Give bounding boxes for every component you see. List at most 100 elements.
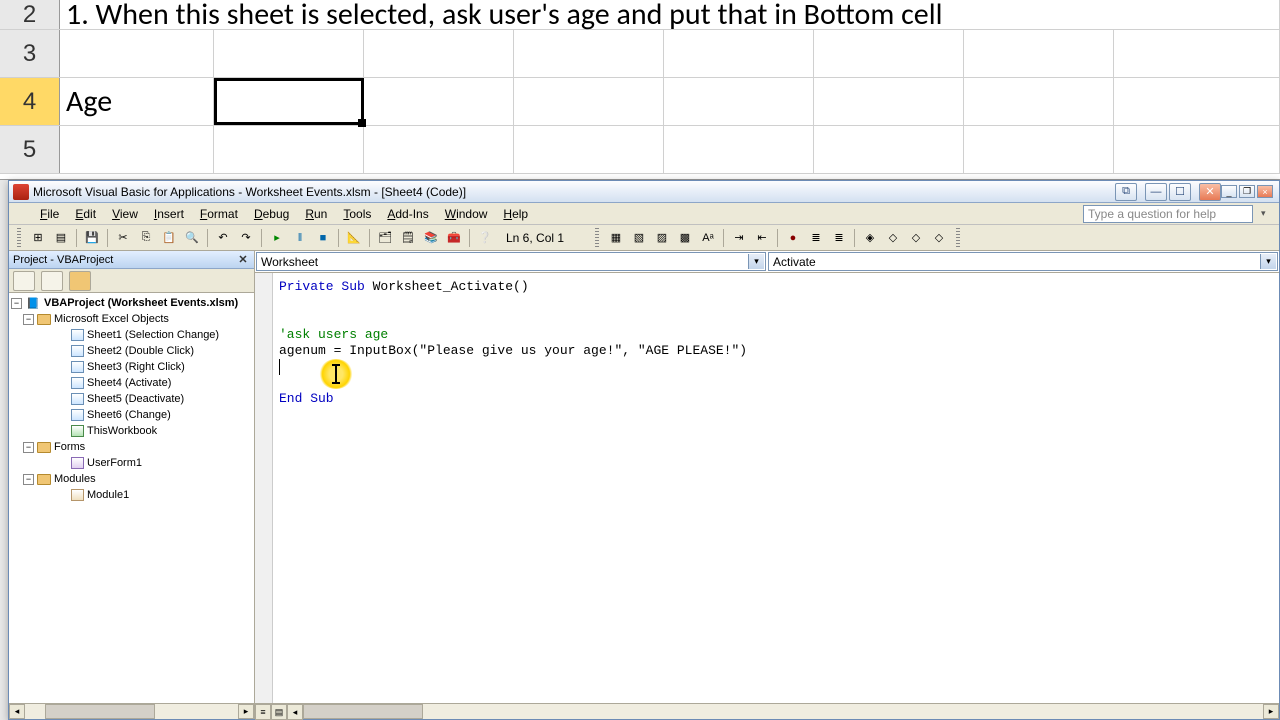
excel-row-5[interactable]: 5 — [0, 126, 1280, 174]
tree-excel-objects[interactable]: − Microsoft Excel Objects — [11, 311, 254, 327]
cell-h4[interactable] — [1114, 78, 1280, 125]
cell-e5[interactable] — [664, 126, 814, 173]
menu-window[interactable]: Window — [438, 205, 495, 223]
row-header-2[interactable]: 2 — [0, 0, 60, 29]
cut-icon[interactable]: ✂ — [113, 228, 133, 248]
cell-e3[interactable] — [664, 30, 814, 77]
clear-bookmark-icon[interactable]: ◇ — [929, 228, 949, 248]
save-icon[interactable]: 💾 — [82, 228, 102, 248]
menu-addins[interactable]: Add-Ins — [380, 205, 435, 223]
hscroll-left-icon[interactable]: ◂ — [287, 704, 303, 720]
procedure-dropdown[interactable]: Activate▾ — [768, 252, 1278, 271]
cell-g5[interactable] — [964, 126, 1114, 173]
tree-sheet2[interactable]: Sheet2 (Double Click) — [11, 343, 254, 359]
hscroll-right-icon[interactable]: ▸ — [1263, 704, 1279, 719]
maximize-button[interactable]: ☐ — [1169, 183, 1191, 201]
chevron-down-icon[interactable]: ▾ — [1260, 254, 1276, 269]
reset-icon[interactable]: ■ — [313, 228, 333, 248]
view-object-icon[interactable] — [41, 271, 63, 291]
tree-modules[interactable]: −Modules — [11, 471, 254, 487]
scroll-thumb[interactable] — [45, 704, 155, 719]
toolbar-grip-3[interactable] — [956, 228, 960, 248]
scroll-right-icon[interactable]: ▸ — [238, 704, 254, 719]
menu-format[interactable]: Format — [193, 205, 245, 223]
tree-sheet4[interactable]: Sheet4 (Activate) — [11, 375, 254, 391]
run-icon[interactable]: ▸ — [267, 228, 287, 248]
toolbox-icon[interactable]: 🧰 — [444, 228, 464, 248]
minimize-button[interactable]: — — [1145, 183, 1167, 201]
tree-sheet5[interactable]: Sheet5 (Deactivate) — [11, 391, 254, 407]
hscroll-thumb[interactable] — [303, 704, 423, 719]
edit-tb-icon-2[interactable]: ▧ — [629, 228, 649, 248]
row-header-4[interactable]: 4 — [0, 78, 60, 125]
uncomment-icon[interactable]: ≣ — [829, 228, 849, 248]
menu-run[interactable]: Run — [298, 205, 334, 223]
mdi-close[interactable]: × — [1257, 185, 1273, 198]
row-header-3[interactable]: 3 — [0, 30, 60, 77]
outdent-icon[interactable]: ⇤ — [752, 228, 772, 248]
tree-project-root[interactable]: −📘 VBAProject (Worksheet Events.xlsm) — [11, 295, 254, 311]
cell-d3[interactable] — [514, 30, 664, 77]
menu-help[interactable]: Help — [496, 205, 535, 223]
object-browser-icon[interactable]: 📚 — [421, 228, 441, 248]
code-editor[interactable]: Private Sub Worksheet_Activate() 'ask us… — [255, 273, 1279, 703]
breakpoint-icon[interactable]: ● — [783, 228, 803, 248]
tree-thisworkbook[interactable]: ThisWorkbook — [11, 423, 254, 439]
cell-b4-selected[interactable] — [214, 78, 364, 125]
menu-debug[interactable]: Debug — [247, 205, 296, 223]
restore-down-button[interactable]: ⧉ — [1115, 183, 1137, 201]
undo-icon[interactable]: ↶ — [213, 228, 233, 248]
menu-view[interactable]: View — [105, 205, 145, 223]
cell-c5[interactable] — [364, 126, 514, 173]
cell-a4[interactable]: Age — [60, 78, 214, 125]
project-explorer-title[interactable]: Project - VBAProject ✕ — [9, 251, 254, 269]
cell-d4[interactable] — [514, 78, 664, 125]
menu-file[interactable]: File — [33, 205, 66, 223]
cell-h3[interactable] — [1114, 30, 1280, 77]
cell-g4[interactable] — [964, 78, 1114, 125]
procedure-view-icon[interactable]: ≡ — [255, 704, 271, 720]
mdi-restore[interactable]: ❐ — [1239, 185, 1255, 198]
cell-a3[interactable] — [60, 30, 214, 77]
edit-tb-icon-4[interactable]: ▩ — [675, 228, 695, 248]
edit-tb-icon-3[interactable]: ▨ — [652, 228, 672, 248]
menu-tools[interactable]: Tools — [336, 205, 378, 223]
vbe-titlebar[interactable]: Microsoft Visual Basic for Applications … — [9, 181, 1279, 203]
tree-forms[interactable]: −Forms — [11, 439, 254, 455]
code-margin[interactable] — [255, 273, 273, 703]
tree-userform1[interactable]: UserForm1 — [11, 455, 254, 471]
cell-c3[interactable] — [364, 30, 514, 77]
help-icon[interactable]: ❔ — [475, 228, 495, 248]
toolbar-grip-2[interactable] — [595, 228, 599, 248]
redo-icon[interactable]: ↷ — [236, 228, 256, 248]
view-code-icon[interactable] — [13, 271, 35, 291]
cell-g3[interactable] — [964, 30, 1114, 77]
help-search-arrow[interactable]: ▾ — [1261, 208, 1273, 219]
project-tree[interactable]: −📘 VBAProject (Worksheet Events.xlsm) − … — [9, 293, 254, 703]
mdi-minimize[interactable]: _ — [1221, 185, 1237, 198]
indent-icon[interactable]: ⇥ — [729, 228, 749, 248]
cell-c4[interactable] — [364, 78, 514, 125]
toolbar-grip[interactable] — [17, 228, 21, 248]
insert-module-icon[interactable]: ▤ — [51, 228, 71, 248]
tree-sheet1[interactable]: Sheet1 (Selection Change) — [11, 327, 254, 343]
cell-f5[interactable] — [814, 126, 964, 173]
excel-row-2[interactable]: 2 1. When this sheet is selected, ask us… — [0, 0, 1280, 30]
bookmark-icon[interactable]: ◈ — [860, 228, 880, 248]
find-icon[interactable]: 🔍 — [182, 228, 202, 248]
cell-d5[interactable] — [514, 126, 664, 173]
full-module-view-icon[interactable]: ▤ — [271, 704, 287, 720]
menu-insert[interactable]: Insert — [147, 205, 191, 223]
view-excel-icon[interactable]: ⊞ — [28, 228, 48, 248]
cell-e4[interactable] — [664, 78, 814, 125]
hscroll-track[interactable] — [303, 704, 1263, 719]
excel-row-4[interactable]: 4 Age — [0, 78, 1280, 126]
object-dropdown[interactable]: Worksheet▾ — [256, 252, 766, 271]
menu-edit[interactable]: Edit — [68, 205, 103, 223]
cell-b5[interactable] — [214, 126, 364, 173]
chevron-down-icon[interactable]: ▾ — [748, 254, 764, 269]
scroll-left-icon[interactable]: ◂ — [9, 704, 25, 719]
cell-b3[interactable] — [214, 30, 364, 77]
close-button[interactable]: ✕ — [1199, 183, 1221, 201]
break-icon[interactable]: ‖ — [290, 228, 310, 248]
